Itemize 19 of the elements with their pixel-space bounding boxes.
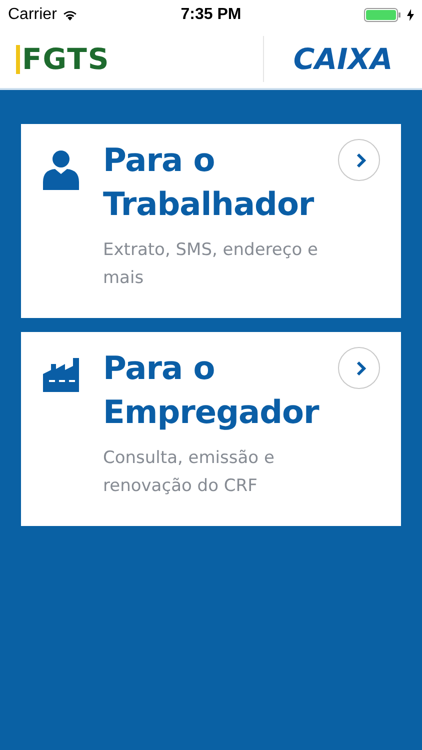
charging-icon bbox=[407, 9, 414, 21]
status-time: 7:35 PM bbox=[180, 6, 242, 24]
card-title: Para o Trabalhador bbox=[103, 140, 315, 225]
chevron-right-icon bbox=[356, 360, 366, 376]
menu-card[interactable]: Para o Trabalhador Extrato, SMS, endereço e mais bbox=[21, 124, 401, 318]
chevron-button[interactable] bbox=[338, 347, 380, 389]
card-subtitle: Extrato, SMS, endereço e mais bbox=[103, 239, 319, 290]
battery-icon bbox=[364, 8, 402, 22]
fgts-logo: FGTS bbox=[16, 44, 110, 74]
chevron-right-icon bbox=[356, 152, 366, 168]
factory-icon bbox=[43, 358, 81, 392]
wifi-icon bbox=[62, 9, 78, 21]
menu-card[interactable]: Para o Empregador Consulta, emissão e renovação do CRF bbox=[21, 332, 401, 526]
card-subtitle: Consulta, emissão e renovação do CRF bbox=[103, 447, 276, 498]
chevron-button[interactable] bbox=[338, 139, 380, 181]
person-icon bbox=[43, 150, 79, 190]
carrier-name: Carrier bbox=[8, 6, 57, 24]
caixa-logo: CAIXA bbox=[293, 44, 393, 74]
card-title: Para o Empregador bbox=[103, 348, 320, 433]
